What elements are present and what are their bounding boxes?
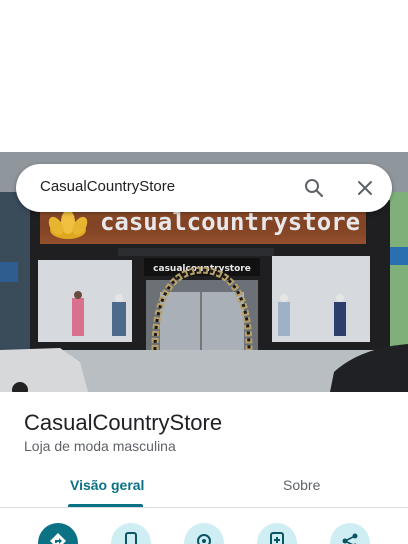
directions-icon — [49, 532, 67, 544]
search-icon[interactable] — [302, 176, 326, 200]
save-icon — [195, 532, 213, 544]
place-name: CasualCountryStore — [24, 410, 223, 435]
share-button[interactable] — [330, 523, 370, 544]
tab-overview[interactable]: Visão geral — [70, 477, 144, 493]
close-icon[interactable] — [353, 176, 377, 200]
call-button[interactable] — [111, 523, 151, 544]
save-button[interactable] — [184, 523, 224, 544]
place-category: Loja de moda masculina — [24, 438, 176, 454]
directions-button[interactable] — [38, 523, 78, 544]
tab-about[interactable]: Sobre — [283, 477, 320, 493]
search-input[interactable]: CasualCountryStore — [40, 178, 175, 195]
send-to-phone-button[interactable] — [257, 523, 297, 544]
entrance-sign-text: casualcountrystore — [153, 264, 251, 274]
send-to-phone-icon — [269, 531, 285, 544]
phone-icon — [123, 531, 139, 544]
tab-divider — [0, 507, 408, 508]
share-icon — [341, 532, 359, 544]
search-bar[interactable]: CasualCountryStore — [16, 164, 392, 212]
storefront-sign-text: casualcountrystore — [100, 208, 360, 236]
